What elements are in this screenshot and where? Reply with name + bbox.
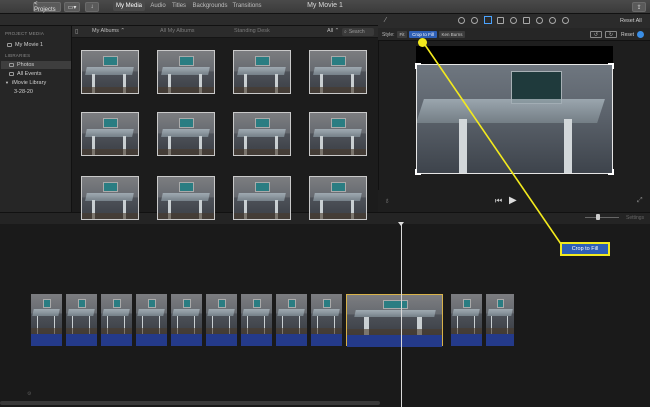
media-thumbnail[interactable] (81, 112, 139, 156)
media-thumbnail[interactable] (157, 50, 215, 94)
callout-anchor-dot (418, 38, 427, 47)
media-thumbnail[interactable] (233, 50, 291, 94)
imovie-window: < Projects ▭▾ ↓ My Movie 1 ⇪ My Media Au… (0, 0, 650, 407)
callout-label: Crop to Fill (562, 244, 608, 254)
media-thumbnail[interactable] (309, 176, 367, 220)
media-thumbnail[interactable] (157, 112, 215, 156)
crop-to-fill-callout: Crop to Fill (560, 242, 610, 256)
media-thumbnail[interactable] (233, 176, 291, 220)
media-thumbnail[interactable] (81, 176, 139, 220)
media-thumbnail[interactable] (233, 112, 291, 156)
media-thumbnail[interactable] (157, 176, 215, 220)
callout-pointer-line (422, 41, 564, 248)
media-thumbnail[interactable] (309, 112, 367, 156)
media-thumbnail[interactable] (309, 50, 367, 94)
media-thumbnail[interactable] (81, 50, 139, 94)
